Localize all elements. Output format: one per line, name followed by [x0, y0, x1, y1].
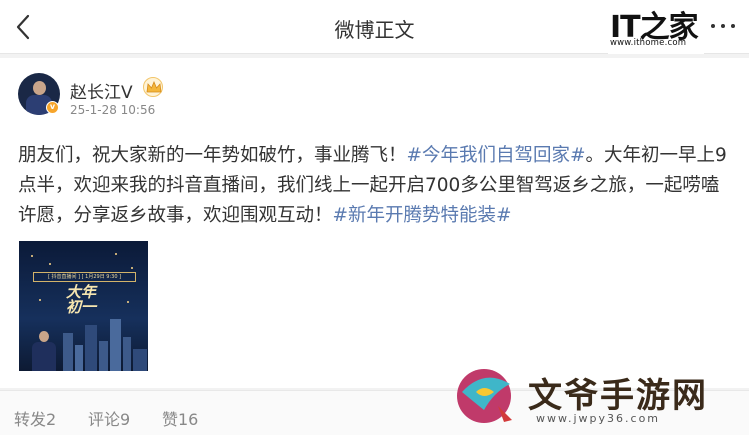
- post-text: 朋友们，祝大家新的一年势如破竹，事业腾飞！#今年我们自驾回家#。大年初一早上9点…: [18, 141, 734, 231]
- more-options-icon[interactable]: [711, 18, 735, 34]
- image-person: [32, 331, 56, 371]
- repost-button[interactable]: 转发2: [14, 406, 56, 430]
- image-live-banner: [ 抖音直播间 ] [ 1月29日 9:30 ]: [33, 272, 136, 282]
- watermark-site-name: 文爷手游网: [528, 376, 708, 416]
- hashtag-link[interactable]: #新年开腾势特能装#: [333, 205, 512, 226]
- verified-badge-icon: v: [46, 101, 59, 114]
- ithome-watermark: IT之家 www.ithome.com: [608, 0, 704, 54]
- comment-button[interactable]: 评论9: [88, 406, 130, 430]
- ithome-url: www.ithome.com: [610, 38, 687, 48]
- site-watermark: 文爷手游网 www.jwpy36.com: [452, 360, 749, 435]
- top-nav-bar: 微博正文 IT之家 www.ithome.com: [0, 0, 749, 54]
- watermark-url: www.jwpy36.com: [536, 412, 661, 425]
- post-text-part: 朋友们，祝大家新的一年势如破竹，事业腾飞！: [18, 145, 407, 166]
- like-button[interactable]: 赞16: [162, 406, 198, 430]
- post-image[interactable]: [ 抖音直播间 ] [ 1月29日 9:30 ] 大年初一: [19, 241, 148, 371]
- post-timestamp: 25-1-28 10:56: [70, 103, 156, 117]
- hashtag-link[interactable]: #今年我们自驾回家#: [407, 145, 586, 166]
- crown-icon: [143, 77, 163, 97]
- author-name[interactable]: 赵长江V: [70, 78, 133, 103]
- watermark-logo-icon: [454, 362, 522, 428]
- image-calligraphy: 大年初一: [66, 283, 97, 316]
- weibo-post-card: v 赵长江V 25-1-28 10:56 朋友们，祝大家新的一年势如破竹，事业腾…: [0, 58, 749, 388]
